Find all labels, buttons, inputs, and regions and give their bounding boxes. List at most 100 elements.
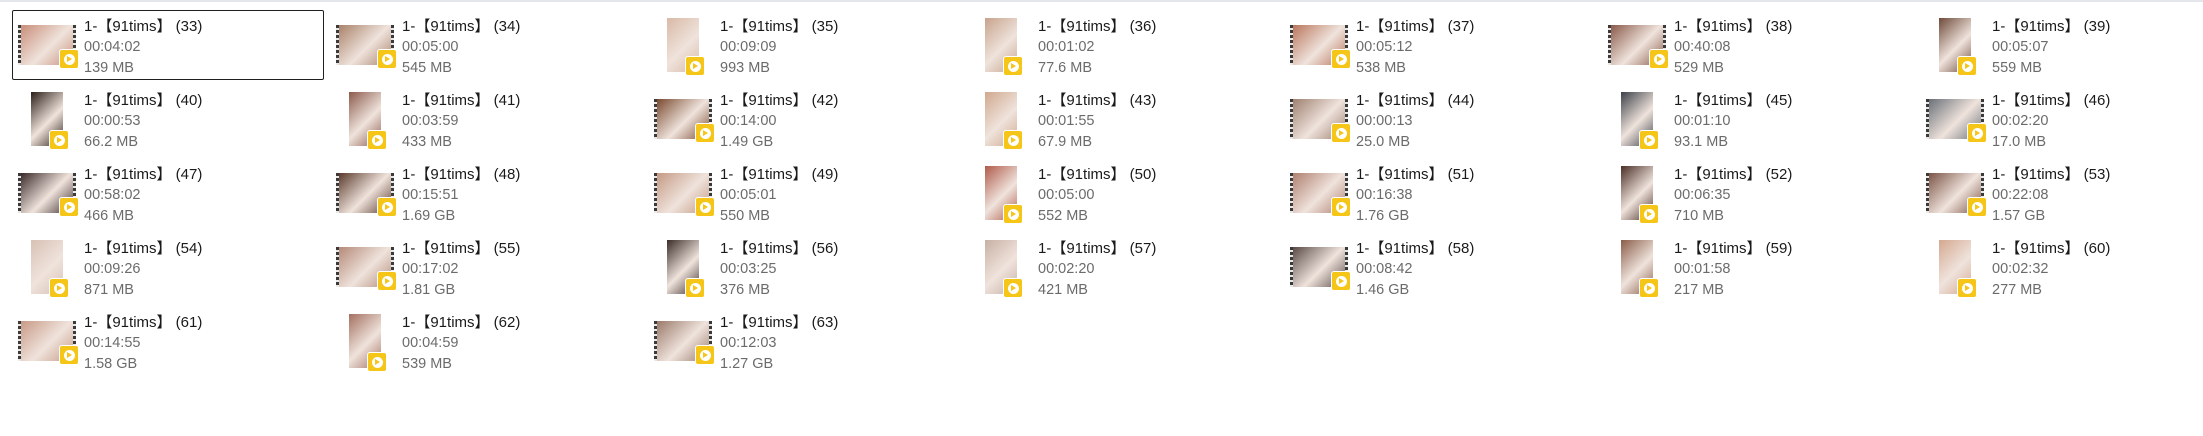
film-strip-icon: [654, 99, 657, 139]
file-tile[interactable]: 1-【91tims】 (34) 00:05:00 545 MB: [330, 10, 642, 80]
file-tile[interactable]: 1-【91tims】 (38) 00:40:08 529 MB: [1602, 10, 1914, 80]
file-name: 1-【91tims】 (43): [1038, 92, 1157, 109]
play-badge-icon: [59, 49, 79, 69]
file-name: 1-【91tims】 (50): [1038, 166, 1157, 183]
file-name: 1-【91tims】 (46): [1992, 92, 2111, 109]
file-tile[interactable]: 1-【91tims】 (63) 00:12:03 1.27 GB: [648, 306, 960, 376]
file-name: 1-【91tims】 (51): [1356, 166, 1475, 183]
file-tile[interactable]: 1-【91tims】 (45) 00:01:10 93.1 MB: [1602, 84, 1914, 154]
file-tile[interactable]: 1-【91tims】 (37) 00:05:12 538 MB: [1284, 10, 1596, 80]
file-duration: 00:09:09: [720, 39, 777, 55]
file-tile[interactable]: 1-【91tims】 (42) 00:14:00 1.49 GB: [648, 84, 960, 154]
file-tile[interactable]: 1-【91tims】 (50) 00:05:00 552 MB: [966, 158, 1278, 228]
thumbnail-wrapper[interactable]: [18, 239, 76, 298]
thumbnail-wrapper[interactable]: [972, 165, 1030, 224]
thumbnail-wrapper[interactable]: [18, 91, 76, 150]
play-triangle-icon: [1011, 137, 1016, 143]
file-duration: 00:14:00: [720, 113, 777, 129]
play-triangle-icon: [1011, 211, 1016, 217]
play-circle-icon: [1007, 208, 1019, 220]
video-thumbnail: [349, 314, 387, 372]
thumbnail-wrapper[interactable]: [1608, 17, 1669, 73]
file-info: 1-【91tims】 (36) 00:01:02 77.6 MB: [1038, 16, 1156, 79]
file-size: 17.0 MB: [1992, 134, 2046, 150]
thumbnail-wrapper[interactable]: [1608, 91, 1666, 150]
play-circle-icon: [1971, 127, 1983, 139]
file-tile[interactable]: 1-【91tims】 (52) 00:06:35 710 MB: [1602, 158, 1914, 228]
play-circle-icon: [1643, 134, 1655, 146]
film-strip-icon: [1290, 173, 1293, 213]
play-triangle-icon: [385, 56, 390, 62]
play-circle-icon: [1007, 134, 1019, 146]
thumbnail-wrapper[interactable]: [1290, 17, 1351, 73]
file-tile[interactable]: 1-【91tims】 (56) 00:03:25 376 MB: [648, 232, 960, 302]
file-tile[interactable]: 1-【91tims】 (59) 00:01:58 217 MB: [1602, 232, 1914, 302]
file-tile[interactable]: 1-【91tims】 (48) 00:15:51 1.69 GB: [330, 158, 642, 228]
file-tile[interactable]: 1-【91tims】 (39) 00:05:07 559 MB: [1920, 10, 2203, 80]
video-thumbnail: [1621, 166, 1659, 224]
thumbnail-wrapper[interactable]: [18, 313, 79, 369]
thumbnail-wrapper[interactable]: [1608, 165, 1666, 224]
video-thumbnail: [336, 247, 397, 291]
thumbnail-wrapper[interactable]: [1926, 91, 1987, 147]
thumbnail-wrapper[interactable]: [1290, 239, 1351, 295]
thumbnail-wrapper[interactable]: [654, 17, 712, 76]
thumbnail-wrapper[interactable]: [336, 165, 397, 221]
thumbnail-wrapper[interactable]: [654, 91, 715, 147]
film-strip-icon: [18, 25, 21, 65]
play-circle-icon: [371, 134, 383, 146]
thumbnail-wrapper[interactable]: [336, 313, 394, 372]
thumbnail-wrapper[interactable]: [1926, 17, 1984, 76]
file-tile[interactable]: 1-【91tims】 (36) 00:01:02 77.6 MB: [966, 10, 1278, 80]
thumbnail-wrapper[interactable]: [972, 17, 1030, 76]
file-name: 1-【91tims】 (41): [402, 92, 521, 109]
thumbnail-wrapper[interactable]: [1926, 239, 1984, 298]
thumbnail-wrapper[interactable]: [336, 91, 394, 150]
thumbnail-wrapper[interactable]: [654, 239, 712, 298]
thumbnail-wrapper[interactable]: [972, 239, 1030, 298]
file-tile[interactable]: 1-【91tims】 (61) 00:14:55 1.58 GB: [12, 306, 324, 376]
file-tile[interactable]: 1-【91tims】 (54) 00:09:26 871 MB: [12, 232, 324, 302]
video-thumbnail: [1290, 99, 1351, 143]
file-tile[interactable]: 1-【91tims】 (44) 00:00:13 25.0 MB: [1284, 84, 1596, 154]
file-tile[interactable]: 1-【91tims】 (35) 00:09:09 993 MB: [648, 10, 960, 80]
file-info: 1-【91tims】 (56) 00:03:25 376 MB: [720, 238, 838, 301]
thumbnail-wrapper[interactable]: [654, 165, 715, 221]
play-triangle-icon: [67, 204, 72, 210]
file-tile[interactable]: 1-【91tims】 (58) 00:08:42 1.46 GB: [1284, 232, 1596, 302]
thumbnail-wrapper[interactable]: [18, 17, 79, 73]
file-name: 1-【91tims】 (63): [720, 314, 839, 331]
file-info: 1-【91tims】 (48) 00:15:51 1.69 GB: [402, 164, 520, 227]
file-tile[interactable]: 1-【91tims】 (62) 00:04:59 539 MB: [330, 306, 642, 376]
file-tile[interactable]: 1-【91tims】 (41) 00:03:59 433 MB: [330, 84, 642, 154]
video-thumbnail: [1621, 92, 1659, 150]
file-tile[interactable]: 1-【91tims】 (53) 00:22:08 1.57 GB: [1920, 158, 2203, 228]
thumbnail-wrapper[interactable]: [336, 239, 397, 295]
file-tile[interactable]: 1-【91tims】 (40) 00:00:53 66.2 MB: [12, 84, 324, 154]
play-triangle-icon: [1965, 285, 1970, 291]
thumbnail-wrapper[interactable]: [1290, 165, 1351, 221]
thumbnail-wrapper[interactable]: [18, 165, 79, 221]
file-tile[interactable]: 1-【91tims】 (57) 00:02:20 421 MB: [966, 232, 1278, 302]
file-tile[interactable]: 1-【91tims】 (49) 00:05:01 550 MB: [648, 158, 960, 228]
file-tile[interactable]: 1-【91tims】 (47) 00:58:02 466 MB: [12, 158, 324, 228]
video-thumbnail: [18, 25, 79, 69]
play-circle-icon: [63, 349, 75, 361]
file-tile[interactable]: 1-【91tims】 (60) 00:02:32 277 MB: [1920, 232, 2203, 302]
file-tile[interactable]: 1-【91tims】 (55) 00:17:02 1.81 GB: [330, 232, 642, 302]
thumbnail-wrapper[interactable]: [1608, 239, 1666, 298]
file-tile[interactable]: 1-【91tims】 (43) 00:01:55 67.9 MB: [966, 84, 1278, 154]
play-badge-icon: [695, 123, 715, 143]
thumbnail-wrapper[interactable]: [1926, 165, 1987, 221]
file-tile[interactable]: 1-【91tims】 (46) 00:02:20 17.0 MB: [1920, 84, 2203, 154]
file-tile[interactable]: 1-【91tims】 (33) 00:04:02 139 MB: [12, 10, 324, 80]
thumbnail-wrapper[interactable]: [654, 313, 715, 369]
file-size: 559 MB: [1992, 60, 2042, 76]
video-thumbnail: [667, 240, 705, 298]
thumbnail-wrapper[interactable]: [1290, 91, 1351, 147]
file-duration: 00:04:59: [402, 335, 459, 351]
thumbnail-wrapper[interactable]: [972, 91, 1030, 150]
video-thumbnail: [654, 99, 715, 143]
thumbnail-wrapper[interactable]: [336, 17, 397, 73]
file-tile[interactable]: 1-【91tims】 (51) 00:16:38 1.76 GB: [1284, 158, 1596, 228]
